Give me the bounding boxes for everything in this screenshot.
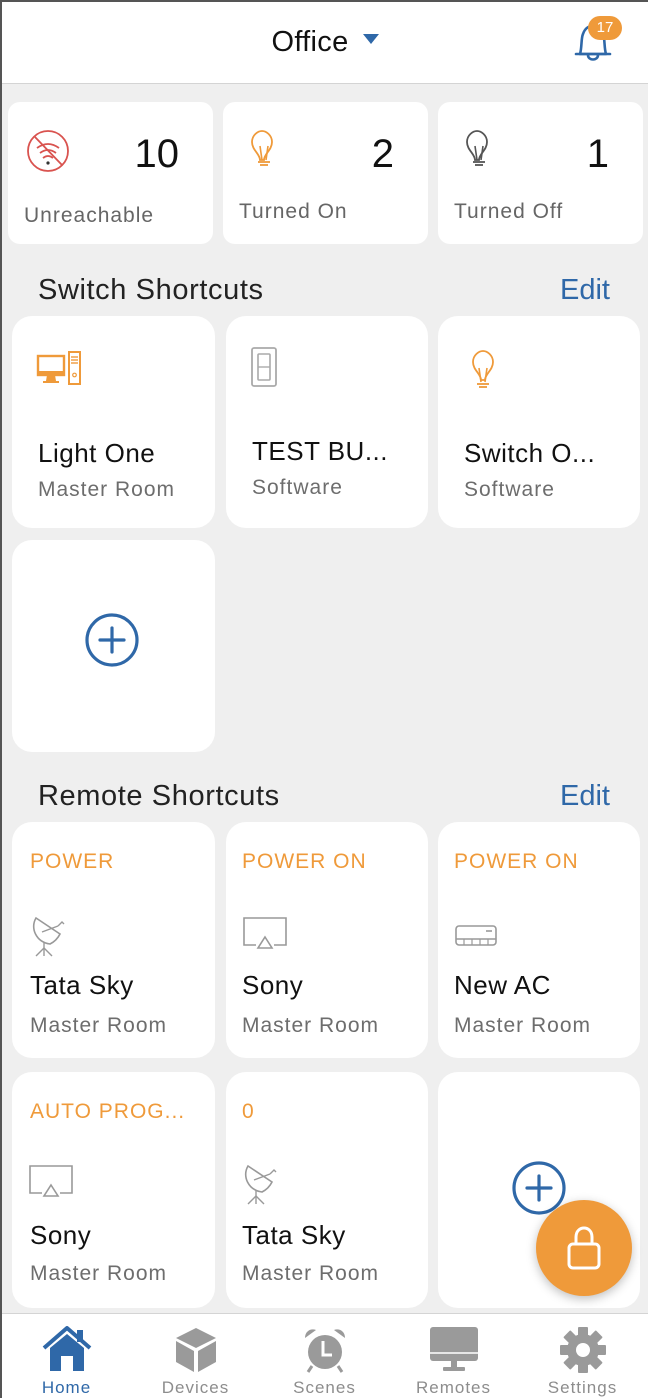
remote-room: Master Room: [30, 1262, 168, 1285]
monitor-icon: [429, 1327, 478, 1371]
remote-tile[interactable]: POWER ON New AC Master Room: [438, 822, 640, 1058]
bulb-on-icon: [251, 130, 273, 166]
turned-on-count: 2: [371, 132, 394, 176]
switch-tile[interactable]: Switch O... Software: [438, 316, 640, 528]
caret-down-icon: [362, 34, 379, 45]
turned-on-label: Turned On: [239, 200, 348, 223]
switch-shortcuts-title: Switch Shortcuts: [38, 274, 264, 306]
notification-badge: 17: [588, 16, 622, 40]
remote-command: POWER: [30, 850, 115, 873]
wall-switch-icon: [251, 347, 277, 387]
tab-remotes[interactable]: Remotes: [389, 1314, 518, 1398]
remote-command: POWER ON: [454, 850, 579, 873]
unreachable-count: 10: [134, 132, 180, 176]
remote-command: AUTO PROG...: [30, 1100, 186, 1123]
tv-icon: [29, 1165, 73, 1197]
tab-devices[interactable]: Devices: [131, 1314, 260, 1398]
tab-scenes[interactable]: Scenes: [260, 1314, 389, 1398]
add-switch-shortcut-button[interactable]: [12, 540, 215, 752]
switch-tile[interactable]: TEST BU... Software: [226, 316, 428, 528]
remote-command: POWER ON: [242, 850, 367, 873]
remote-shortcuts-edit-button[interactable]: Edit: [560, 780, 610, 813]
turned-off-count: 1: [586, 132, 609, 176]
switch-name: Light One: [38, 438, 156, 468]
remote-name: New AC: [454, 970, 551, 1000]
remote-room: Master Room: [30, 1014, 168, 1037]
remote-command: 0: [242, 1100, 255, 1123]
bulb-off-icon: [466, 130, 488, 166]
tab-home-label: Home: [41, 1378, 92, 1397]
tab-settings-label: Settings: [547, 1378, 618, 1397]
home-icon: [42, 1326, 91, 1371]
switch-room: Software: [252, 476, 343, 499]
switch-room: Master Room: [38, 478, 176, 501]
satellite-dish-icon: [32, 916, 65, 957]
wifi-off-icon: [27, 130, 69, 172]
lock-icon: [567, 1226, 601, 1270]
alarm-clock-icon: [304, 1329, 345, 1373]
remote-room: Master Room: [242, 1014, 380, 1037]
switch-tile[interactable]: Light One Master Room: [12, 316, 215, 528]
stat-card-unreachable[interactable]: 10 Unreachable: [8, 102, 213, 244]
bulb-icon: [472, 350, 494, 388]
remote-room: Master Room: [242, 1262, 380, 1285]
remote-tile[interactable]: 0 Tata Sky Master Room: [226, 1072, 428, 1308]
remote-name: Tata Sky: [242, 1220, 346, 1250]
satellite-dish-icon: [244, 1164, 277, 1205]
stat-card-turned-off[interactable]: 1 Turned Off: [438, 102, 643, 244]
tab-scenes-label: Scenes: [293, 1378, 356, 1397]
remote-tile[interactable]: AUTO PROG... Sony Master Room: [12, 1072, 215, 1308]
remote-name: Sony: [242, 970, 304, 1000]
stat-card-turned-on[interactable]: 2 Turned On: [223, 102, 428, 244]
header: Office 17: [2, 2, 648, 84]
switch-name: TEST BU...: [252, 436, 388, 466]
remote-room: Master Room: [454, 1014, 592, 1037]
turned-off-label: Turned Off: [454, 200, 564, 223]
location-selector[interactable]: Office: [2, 26, 648, 59]
remote-tile[interactable]: POWER ON Sony Master Room: [226, 822, 428, 1058]
add-circle-icon: [85, 613, 139, 667]
switch-shortcuts-edit-button[interactable]: Edit: [560, 274, 610, 307]
computer-icon: [36, 351, 81, 385]
tab-settings[interactable]: Settings: [518, 1314, 647, 1398]
switch-room: Software: [464, 478, 555, 501]
remote-name: Tata Sky: [30, 970, 134, 1000]
tab-remotes-label: Remotes: [415, 1378, 492, 1397]
bottom-tab-bar: Home Devices Scenes Remotes Settings: [2, 1313, 648, 1398]
location-title: Office: [271, 26, 349, 58]
air-conditioner-icon: [455, 925, 497, 946]
tab-devices-label: Devices: [161, 1378, 230, 1397]
remote-shortcuts-title: Remote Shortcuts: [38, 780, 280, 812]
cube-icon: [175, 1328, 216, 1372]
tab-home[interactable]: Home: [2, 1314, 131, 1398]
gear-icon: [559, 1327, 606, 1373]
lock-button[interactable]: [536, 1200, 632, 1296]
switch-name: Switch O...: [464, 438, 596, 468]
unreachable-label: Unreachable: [24, 204, 155, 227]
remote-tile[interactable]: POWER Tata Sky Master Room: [12, 822, 215, 1058]
tv-icon: [243, 917, 287, 949]
remote-name: Sony: [30, 1220, 92, 1250]
